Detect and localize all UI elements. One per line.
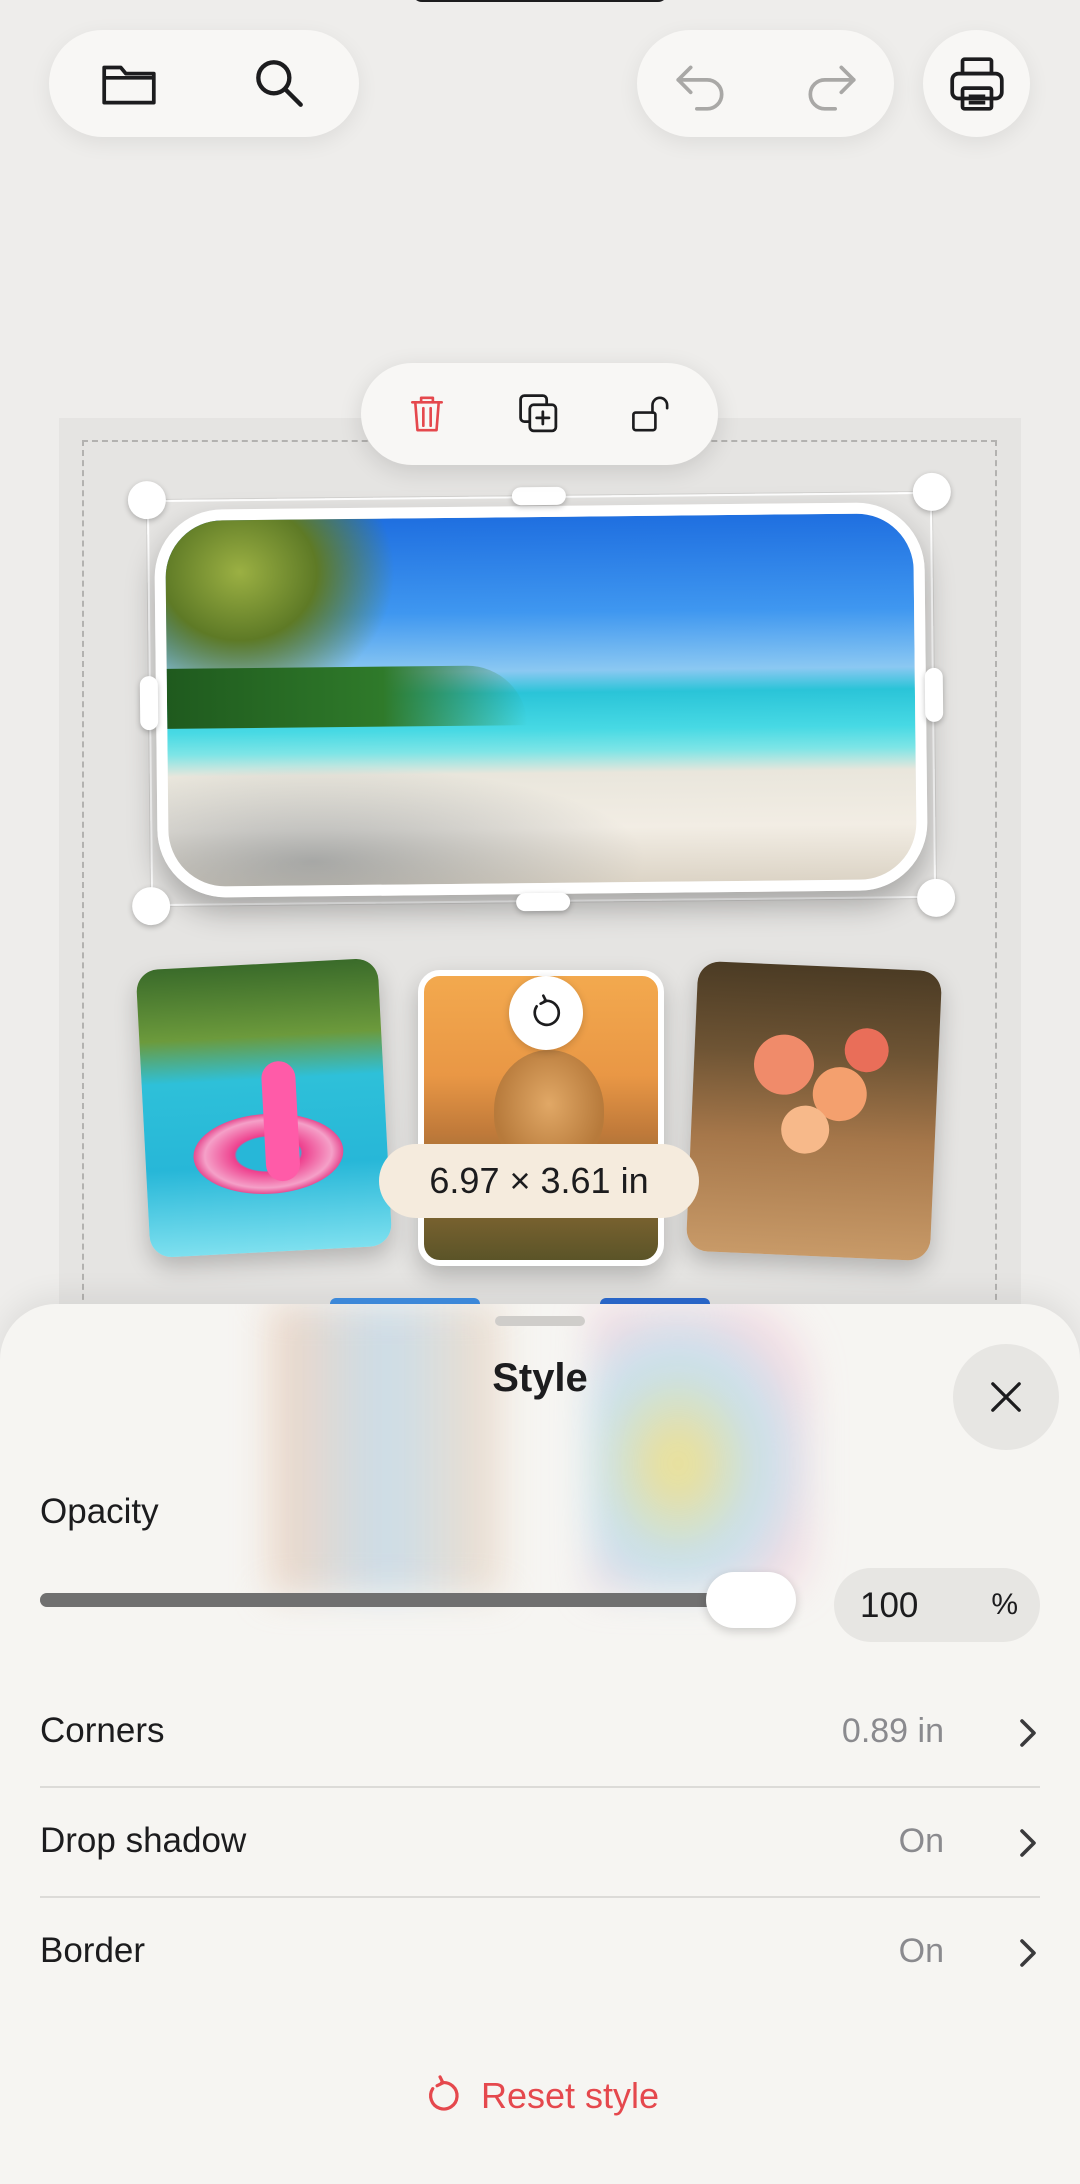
drop-shadow-label: Drop shadow (40, 1821, 247, 1860)
opacity-label: Opacity (40, 1492, 159, 1531)
chevron-right-icon (1020, 1829, 1036, 1857)
resize-handle-bottom-left[interactable] (131, 886, 171, 926)
file-search-toolbar (49, 30, 359, 137)
sheet-title: Style (492, 1356, 588, 1400)
dimensions-label: 6.97 × 3.61 in (379, 1144, 699, 1218)
border-label: Border (40, 1931, 146, 1970)
reset-style-button[interactable]: Reset style (0, 2074, 1080, 2118)
corners-row[interactable]: Corners 0.89 in (40, 1679, 1040, 1789)
dynamic-island (412, 0, 668, 2)
history-toolbar (637, 30, 894, 137)
opacity-input[interactable] (858, 1582, 972, 1630)
border-row[interactable]: Border On (40, 1899, 1040, 2009)
print-icon (941, 48, 1013, 120)
reset-style-label: Reset style (480, 2075, 660, 2116)
chevron-right-icon (1020, 1939, 1036, 1967)
opacity-field[interactable]: % (834, 1568, 1040, 1642)
opacity-unit: % (991, 1588, 1018, 1621)
sheet-grabber[interactable] (495, 1316, 585, 1326)
resize-handle-top-left[interactable] (127, 480, 167, 520)
beach-photo[interactable] (154, 501, 929, 899)
drop-shadow-row[interactable]: Drop shadow On (40, 1789, 1040, 1899)
trash-icon[interactable] (391, 378, 463, 450)
resize-handle-bottom[interactable] (516, 892, 571, 912)
close-button[interactable] (953, 1344, 1059, 1450)
selected-photo[interactable] (127, 472, 956, 926)
search-icon[interactable] (243, 48, 315, 120)
folder-icon[interactable] (93, 48, 165, 120)
resize-handle-bottom-right[interactable] (916, 878, 956, 918)
corners-value: 0.89 in (841, 1712, 944, 1750)
flower-vase-photo[interactable] (685, 960, 943, 1262)
style-sheet: Style Opacity % Corners 0.89 in Drop sha… (0, 1304, 1080, 2184)
unlock-icon[interactable] (615, 378, 687, 450)
redo-icon[interactable] (795, 48, 867, 120)
resize-handle-right[interactable] (924, 667, 944, 722)
chevron-right-icon (1020, 1719, 1036, 1747)
resize-handle-top[interactable] (511, 486, 566, 506)
opacity-slider[interactable] (40, 1593, 790, 1607)
opacity-slider-thumb[interactable] (706, 1572, 796, 1628)
rotate-icon (533, 994, 561, 1027)
rotate-button[interactable] (509, 976, 583, 1050)
border-value: On (898, 1932, 944, 1970)
duplicate-icon[interactable] (503, 378, 575, 450)
resize-handle-top-right[interactable] (912, 472, 952, 512)
drop-shadow-value: On (898, 1822, 944, 1860)
close-icon (991, 1382, 1021, 1412)
undo-icon[interactable] (665, 48, 737, 120)
resize-handle-left[interactable] (139, 676, 159, 731)
reset-icon (429, 2075, 459, 2111)
corners-label: Corners (40, 1711, 165, 1750)
opacity-slider-fill (40, 1593, 790, 1607)
flamingo-pool-photo[interactable] (135, 957, 393, 1259)
print-button[interactable] (923, 30, 1030, 137)
photo-context-menu (361, 363, 718, 465)
